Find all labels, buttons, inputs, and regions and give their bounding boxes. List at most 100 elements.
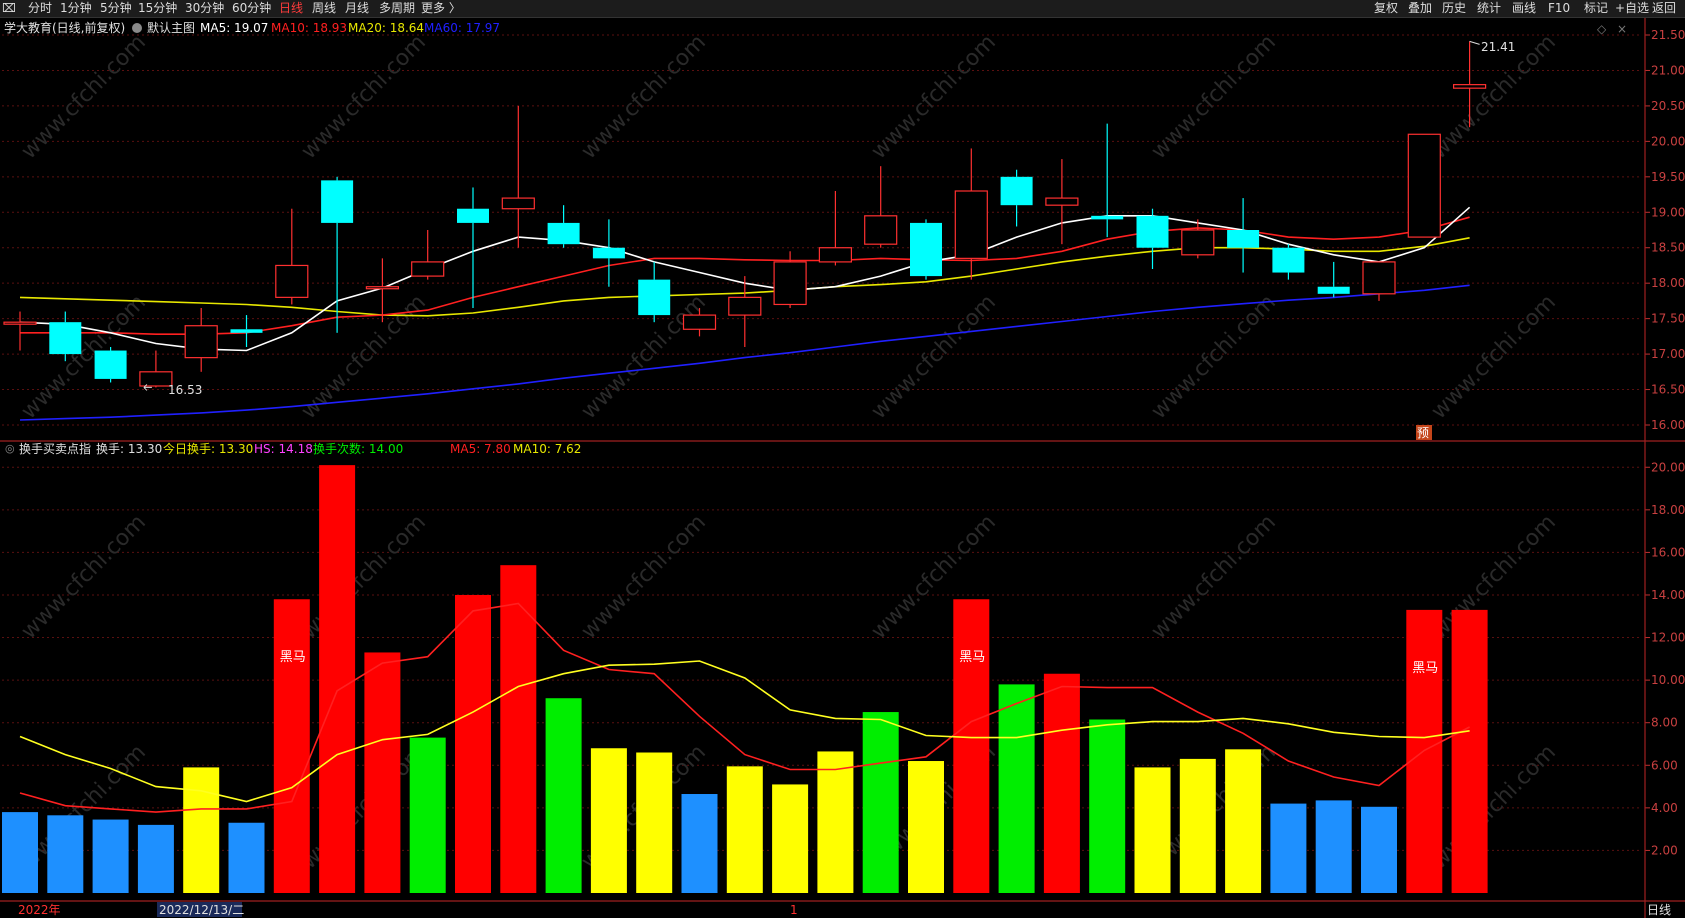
month-mark: 1: [790, 903, 798, 917]
turnover-bar[interactable]: [1270, 803, 1307, 893]
date-label: 2022/12/13/二: [159, 903, 244, 917]
turnover-bar[interactable]: [862, 712, 899, 893]
toolbar-item-1[interactable]: 1分钟: [60, 0, 92, 17]
collapse-icon[interactable]: ⌧: [2, 0, 16, 17]
candle[interactable]: [411, 230, 445, 280]
candle[interactable]: [547, 205, 580, 248]
turnover-bar[interactable]: [364, 652, 401, 893]
period-label[interactable]: 日线: [1647, 903, 1671, 917]
ma20-legend: MA20: 18.64: [348, 21, 424, 35]
toolbar-item-10[interactable]: 更多 〉: [421, 0, 461, 17]
diamond-icon[interactable]: ◇: [1597, 22, 1607, 36]
turnover-bar[interactable]: [636, 752, 673, 893]
turnover-bar[interactable]: [319, 465, 356, 893]
main-chart-label[interactable]: 默认主图: [147, 20, 195, 35]
main-axis-label: 21.00: [1651, 63, 1685, 77]
watermark-text: www.cfchi.com: [297, 30, 431, 164]
turnover-bar[interactable]: [1451, 609, 1488, 893]
candle[interactable]: [1045, 159, 1079, 245]
turnover-bar[interactable]: [681, 794, 718, 893]
candle[interactable]: [728, 276, 762, 347]
toolbar-item-3[interactable]: 15分钟: [138, 0, 177, 17]
turnover-bar[interactable]: [1406, 609, 1443, 893]
turnover-bar[interactable]: [137, 824, 174, 893]
watermark-text: www.cfchi.com: [577, 510, 711, 644]
toolbar-item-9[interactable]: 多周期: [379, 0, 415, 17]
turnover-bar[interactable]: [409, 737, 446, 893]
turnover-bar[interactable]: [1225, 749, 1262, 893]
candle[interactable]: [1407, 133, 1441, 238]
close-icon[interactable]: ×: [1617, 22, 1627, 36]
candle[interactable]: [818, 191, 853, 266]
indicator-name[interactable]: 换手买卖点指: [19, 441, 91, 456]
candle[interactable]: [275, 208, 309, 305]
turnover-bar[interactable]: [545, 698, 582, 893]
toolbar-right-item-6[interactable]: 标记: [1584, 0, 1608, 17]
candle[interactable]: [230, 315, 263, 347]
toolbar-right-item-8[interactable]: 返回: [1652, 0, 1676, 17]
toolbar-right-item-3[interactable]: 统计: [1477, 0, 1501, 17]
turnover-bar[interactable]: [1043, 673, 1080, 893]
toolbar-item-6[interactable]: 日线: [279, 0, 303, 17]
turnover-bar[interactable]: [1179, 758, 1216, 893]
turnover-bar[interactable]: [1089, 719, 1126, 893]
candle[interactable]: [1091, 123, 1124, 238]
turnover-bar[interactable]: [92, 819, 129, 893]
toolbar-item-2[interactable]: 5分钟: [100, 0, 132, 17]
stock-title[interactable]: 学大教育(日线,前复权): [4, 20, 125, 35]
candle[interactable]: [184, 308, 218, 372]
toolbar-right-item-4[interactable]: 画线: [1512, 0, 1536, 17]
turnover-bar[interactable]: [772, 784, 809, 893]
turnover-bar[interactable]: [455, 594, 491, 893]
turnover-bar[interactable]: [228, 822, 265, 893]
candle[interactable]: [592, 219, 625, 287]
candle[interactable]: [1317, 261, 1350, 298]
candle[interactable]: [910, 219, 942, 280]
toolbar-item-8[interactable]: 月线: [345, 0, 369, 17]
candle[interactable]: [3, 311, 37, 351]
turnover-bar[interactable]: [908, 761, 944, 893]
sub-panel-arrow-icon[interactable]: ◎: [5, 442, 15, 455]
candle[interactable]: [1136, 208, 1169, 269]
candle[interactable]: [1272, 244, 1305, 280]
turnover-bar[interactable]: [1134, 767, 1171, 893]
candle-body-down: [94, 350, 127, 379]
candle[interactable]: [1227, 198, 1260, 273]
toolbar-item-0[interactable]: 分时: [28, 0, 52, 17]
candle[interactable]: [1000, 169, 1033, 227]
toolbar-right-item-7[interactable]: +自选: [1615, 0, 1649, 17]
candle[interactable]: [638, 261, 671, 323]
toolbar-right-item-0[interactable]: 复权: [1374, 0, 1398, 17]
turnover-bar[interactable]: [1361, 806, 1397, 893]
turnover-bar[interactable]: [47, 815, 84, 893]
candle-body-down: [1227, 230, 1260, 248]
main-axis-label: 19.50: [1651, 170, 1685, 184]
candle-body-up: [3, 321, 37, 325]
toolbar-right-item-1[interactable]: 叠加: [1408, 0, 1432, 17]
candle[interactable]: [864, 166, 898, 248]
toolbar-right-item-2[interactable]: 历史: [1442, 0, 1466, 17]
candle-body-down: [230, 329, 263, 333]
main-axis-label: 17.50: [1651, 312, 1685, 326]
watermark-text: www.cfchi.com: [1427, 290, 1561, 424]
kline-chart[interactable]: www.cfchi.com www.cfchi.com www.cfchi.com w…: [0, 0, 1685, 918]
turnover-bar[interactable]: [726, 766, 763, 893]
candle[interactable]: [49, 311, 82, 362]
toolbar-item-7[interactable]: 周线: [312, 0, 336, 17]
candle[interactable]: [139, 350, 173, 388]
turnover-bar[interactable]: [998, 684, 1035, 893]
toolbar-right-item-5[interactable]: F10: [1548, 0, 1570, 17]
turnover-bar[interactable]: [273, 599, 310, 893]
turnover-bar[interactable]: [590, 748, 627, 893]
toolbar-item-5[interactable]: 60分钟: [232, 0, 271, 17]
low-price-marker: 16.53: [168, 383, 202, 397]
turnover-bar[interactable]: [500, 565, 537, 893]
toolbar-item-4[interactable]: 30分钟: [185, 0, 224, 17]
candle[interactable]: [94, 347, 127, 383]
turnover-bar[interactable]: [817, 751, 854, 893]
settings-icon[interactable]: [132, 23, 142, 33]
turnover-bar[interactable]: [2, 812, 38, 893]
turnover-bar[interactable]: [183, 767, 220, 893]
turnover-bar[interactable]: [1315, 800, 1352, 893]
turnover-bar[interactable]: [953, 599, 990, 893]
